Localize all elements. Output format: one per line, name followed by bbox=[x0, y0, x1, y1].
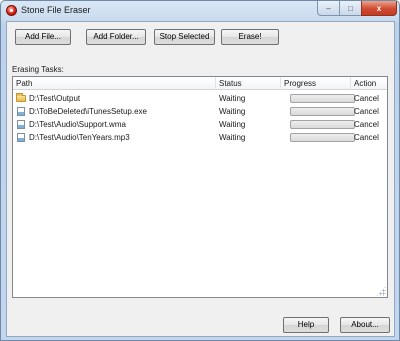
status-cell: Waiting bbox=[219, 94, 246, 103]
close-button[interactable]: x bbox=[361, 1, 397, 16]
table-row[interactable]: D:\Test\Audio\TenYears.mp3 Waiting Cancel bbox=[13, 131, 387, 144]
maximize-button[interactable]: □ bbox=[339, 1, 361, 16]
path-cell: D:\Test\Output bbox=[29, 94, 81, 103]
column-header-action[interactable]: Action bbox=[351, 77, 387, 90]
tasks-list[interactable]: Path Status Progress Action D:\Test\Outp… bbox=[12, 76, 388, 298]
resize-grip[interactable] bbox=[376, 286, 386, 296]
window-title: Stone File Eraser bbox=[21, 5, 91, 15]
table-row[interactable]: D:\Test\Output Waiting Cancel bbox=[13, 92, 387, 105]
path-cell: D:\Test\Audio\Support.wma bbox=[29, 120, 126, 129]
help-button[interactable]: Help bbox=[283, 317, 329, 333]
status-cell: Waiting bbox=[219, 120, 246, 129]
path-cell: D:\Test\Audio\TenYears.mp3 bbox=[29, 133, 130, 142]
add-folder-button[interactable]: Add Folder... bbox=[86, 29, 146, 45]
file-icon bbox=[17, 107, 25, 116]
status-cell: Waiting bbox=[219, 133, 246, 142]
cancel-link[interactable]: Cancel bbox=[354, 118, 379, 131]
stop-selected-button[interactable]: Stop Selected bbox=[154, 29, 215, 45]
file-icon bbox=[17, 120, 25, 129]
main-panel: Add File... Add Folder... Stop Selected … bbox=[6, 21, 395, 337]
progress-bar bbox=[290, 94, 355, 103]
cancel-link[interactable]: Cancel bbox=[354, 92, 379, 105]
status-cell: Waiting bbox=[219, 107, 246, 116]
caption-buttons: – □ x bbox=[317, 1, 397, 17]
erasing-tasks-label: Erasing Tasks: bbox=[12, 65, 64, 74]
file-icon bbox=[17, 133, 25, 142]
table-row[interactable]: D:\Test\Audio\Support.wma Waiting Cancel bbox=[13, 118, 387, 131]
title-bar[interactable]: Stone File Eraser – □ x bbox=[1, 1, 399, 21]
minimize-icon: – bbox=[326, 3, 331, 13]
about-button[interactable]: About... bbox=[340, 317, 390, 333]
progress-bar bbox=[290, 107, 355, 116]
table-row[interactable]: D:\ToBeDeleted\iTunesSetup.exe Waiting Can… bbox=[13, 105, 387, 118]
progress-bar bbox=[290, 120, 355, 129]
path-cell: D:\ToBeDeleted\iTunesSetup.exe bbox=[29, 107, 147, 116]
app-window: Stone File Eraser – □ x Add File... Add … bbox=[0, 0, 400, 341]
maximize-icon: □ bbox=[348, 3, 353, 13]
column-header-progress[interactable]: Progress bbox=[281, 77, 351, 90]
erase-button[interactable]: Erase! bbox=[221, 29, 279, 45]
progress-bar bbox=[290, 133, 355, 142]
folder-icon bbox=[16, 93, 26, 102]
list-header: Path Status Progress Action bbox=[13, 77, 387, 90]
add-file-button[interactable]: Add File... bbox=[15, 29, 71, 45]
cancel-link[interactable]: Cancel bbox=[354, 131, 379, 144]
cancel-link[interactable]: Cancel bbox=[354, 105, 379, 118]
app-icon bbox=[6, 5, 17, 16]
minimize-button[interactable]: – bbox=[317, 1, 339, 16]
column-header-status[interactable]: Status bbox=[216, 77, 281, 90]
close-icon: x bbox=[376, 3, 382, 13]
column-header-path[interactable]: Path bbox=[13, 77, 216, 90]
